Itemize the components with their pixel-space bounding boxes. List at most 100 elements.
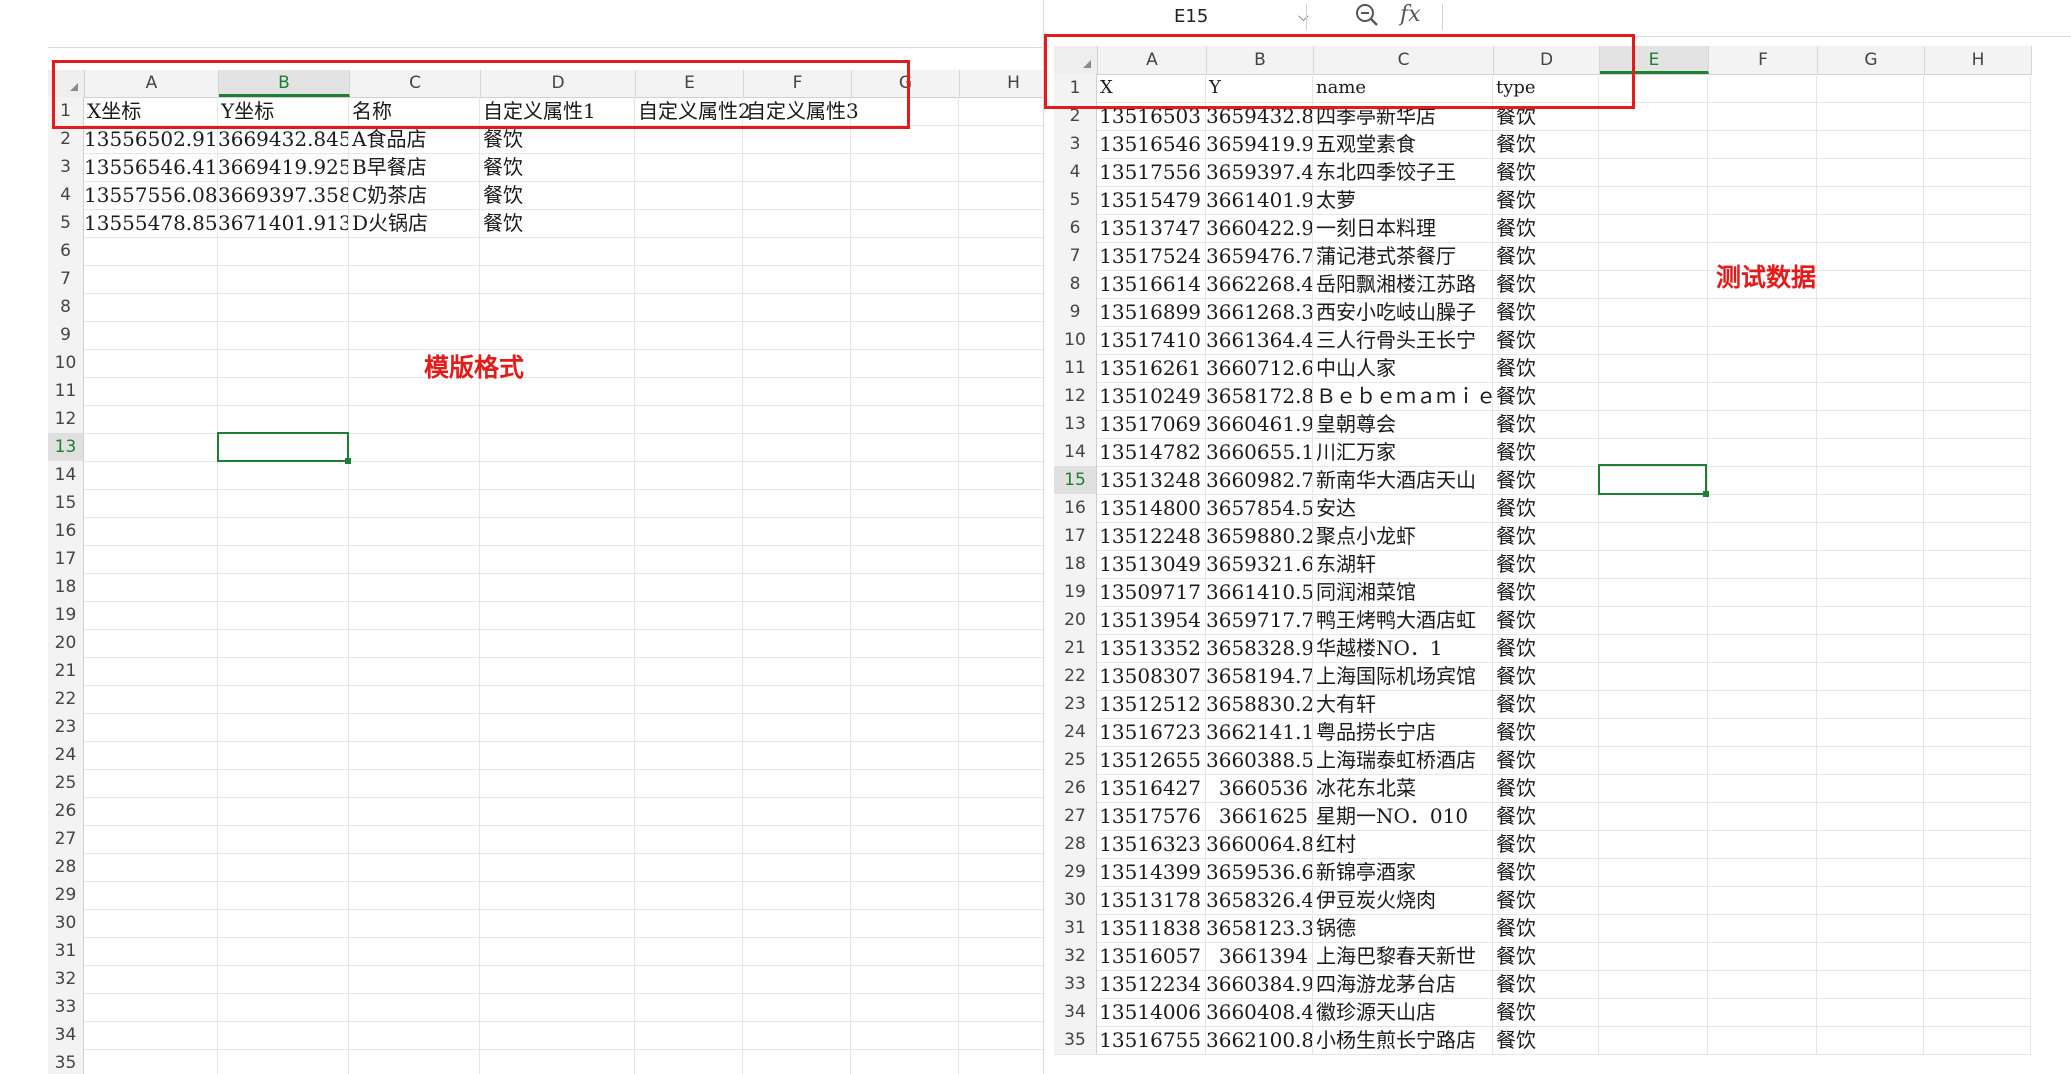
cell[interactable]: [218, 601, 349, 629]
cell[interactable]: [1599, 634, 1708, 662]
row-header[interactable]: 1: [48, 97, 84, 125]
cell[interactable]: [635, 993, 743, 1021]
row-header[interactable]: 9: [48, 321, 84, 349]
cell[interactable]: [218, 349, 349, 377]
zoom-icon[interactable]: [1354, 2, 1380, 34]
select-all-corner[interactable]: [1054, 46, 1098, 74]
cell[interactable]: [84, 601, 218, 629]
cell[interactable]: 13516427: [1097, 774, 1206, 802]
cell[interactable]: [218, 629, 349, 657]
cell[interactable]: [959, 181, 1043, 209]
cell[interactable]: 3671401.913: [218, 209, 349, 237]
cell[interactable]: 3662100.8: [1206, 1026, 1313, 1054]
cell[interactable]: [1708, 186, 1817, 214]
cell[interactable]: 餐饮: [1493, 522, 1599, 550]
cell[interactable]: 东北四季饺子王: [1313, 158, 1493, 186]
cell[interactable]: [1924, 718, 2031, 746]
cell[interactable]: [1817, 242, 1924, 270]
cell[interactable]: [1817, 158, 1924, 186]
row-header[interactable]: 2: [1054, 102, 1097, 130]
cell[interactable]: 餐饮: [1493, 438, 1599, 466]
cell[interactable]: 3660712.6: [1206, 354, 1313, 382]
cell[interactable]: 餐饮: [1493, 942, 1599, 970]
cell[interactable]: [1599, 718, 1708, 746]
cell[interactable]: [959, 741, 1043, 769]
cell[interactable]: 一刻日本料理: [1313, 214, 1493, 242]
cell[interactable]: [218, 1049, 349, 1074]
cell[interactable]: 四海游龙茅台店: [1313, 970, 1493, 998]
cell[interactable]: 3662141.1: [1206, 718, 1313, 746]
cell[interactable]: [84, 629, 218, 657]
cell[interactable]: [84, 405, 218, 433]
cell[interactable]: [1708, 382, 1817, 410]
cell[interactable]: [851, 657, 959, 685]
cell[interactable]: [1599, 494, 1708, 522]
cell[interactable]: [1708, 998, 1817, 1026]
cell[interactable]: [480, 461, 635, 489]
cell[interactable]: [1599, 354, 1708, 382]
cell[interactable]: [635, 909, 743, 937]
cell[interactable]: 3658830.2: [1206, 690, 1313, 718]
cell[interactable]: [1924, 382, 2031, 410]
cell[interactable]: 3658172.8: [1206, 382, 1313, 410]
cell[interactable]: [84, 1049, 218, 1074]
row-header[interactable]: 8: [1054, 270, 1097, 298]
cell[interactable]: [1924, 102, 2031, 130]
cell[interactable]: 粤品捞长宁店: [1313, 718, 1493, 746]
row-header[interactable]: 16: [48, 517, 84, 545]
cell[interactable]: [349, 797, 480, 825]
cell[interactable]: [218, 405, 349, 433]
cell[interactable]: [1924, 858, 2031, 886]
cell[interactable]: [84, 881, 218, 909]
cell[interactable]: [218, 713, 349, 741]
cell[interactable]: 锅德: [1313, 914, 1493, 942]
cell[interactable]: 餐饮: [1493, 578, 1599, 606]
cell[interactable]: [959, 965, 1043, 993]
cell[interactable]: [959, 321, 1043, 349]
cell[interactable]: 自定义属性3: [743, 97, 859, 125]
cell[interactable]: [959, 657, 1043, 685]
cell[interactable]: [84, 545, 218, 573]
cell[interactable]: 餐饮: [1493, 830, 1599, 858]
cell[interactable]: [851, 545, 959, 573]
cell[interactable]: Ｂｅｂｅｍａｍｉｅ: [1313, 382, 1493, 410]
cell[interactable]: Y坐标: [218, 97, 349, 125]
cell[interactable]: 13514006: [1097, 998, 1206, 1026]
cell[interactable]: [1817, 550, 1924, 578]
cell[interactable]: [851, 993, 959, 1021]
column-header-a[interactable]: A: [85, 70, 219, 97]
cell[interactable]: [1924, 634, 2031, 662]
row-header[interactable]: 13: [1054, 410, 1097, 438]
cell[interactable]: [1817, 326, 1924, 354]
cell[interactable]: [349, 1049, 480, 1074]
row-header[interactable]: 7: [1054, 242, 1097, 270]
cell[interactable]: 上海巴黎春天新世: [1313, 942, 1493, 970]
row-header[interactable]: 18: [1054, 550, 1097, 578]
cell[interactable]: [635, 685, 743, 713]
cell[interactable]: [959, 1049, 1043, 1074]
cell[interactable]: [480, 657, 635, 685]
cell[interactable]: [1599, 942, 1708, 970]
cell[interactable]: [635, 377, 743, 405]
cell[interactable]: [1708, 438, 1817, 466]
cell[interactable]: 13516899: [1097, 298, 1206, 326]
cell[interactable]: [349, 405, 480, 433]
cell[interactable]: [1708, 158, 1817, 186]
cell[interactable]: [1924, 774, 2031, 802]
cell[interactable]: [635, 797, 743, 825]
row-header[interactable]: 25: [1054, 746, 1097, 774]
cell[interactable]: [1817, 942, 1924, 970]
cell[interactable]: 蒲记港式茶餐厅: [1313, 242, 1493, 270]
cell[interactable]: [635, 125, 743, 153]
row-header[interactable]: 13: [48, 433, 84, 461]
row-header[interactable]: 19: [48, 601, 84, 629]
row-header[interactable]: 28: [1054, 830, 1097, 858]
row-header[interactable]: 2: [48, 125, 84, 153]
cell[interactable]: [635, 433, 743, 461]
cell[interactable]: [1924, 606, 2031, 634]
cell[interactable]: 餐饮: [1493, 494, 1599, 522]
cell[interactable]: D火锅店: [349, 209, 480, 237]
cell[interactable]: 岳阳飘湘楼江苏路: [1313, 270, 1493, 298]
cell[interactable]: 3659419.9: [1206, 130, 1313, 158]
cell[interactable]: [349, 909, 480, 937]
